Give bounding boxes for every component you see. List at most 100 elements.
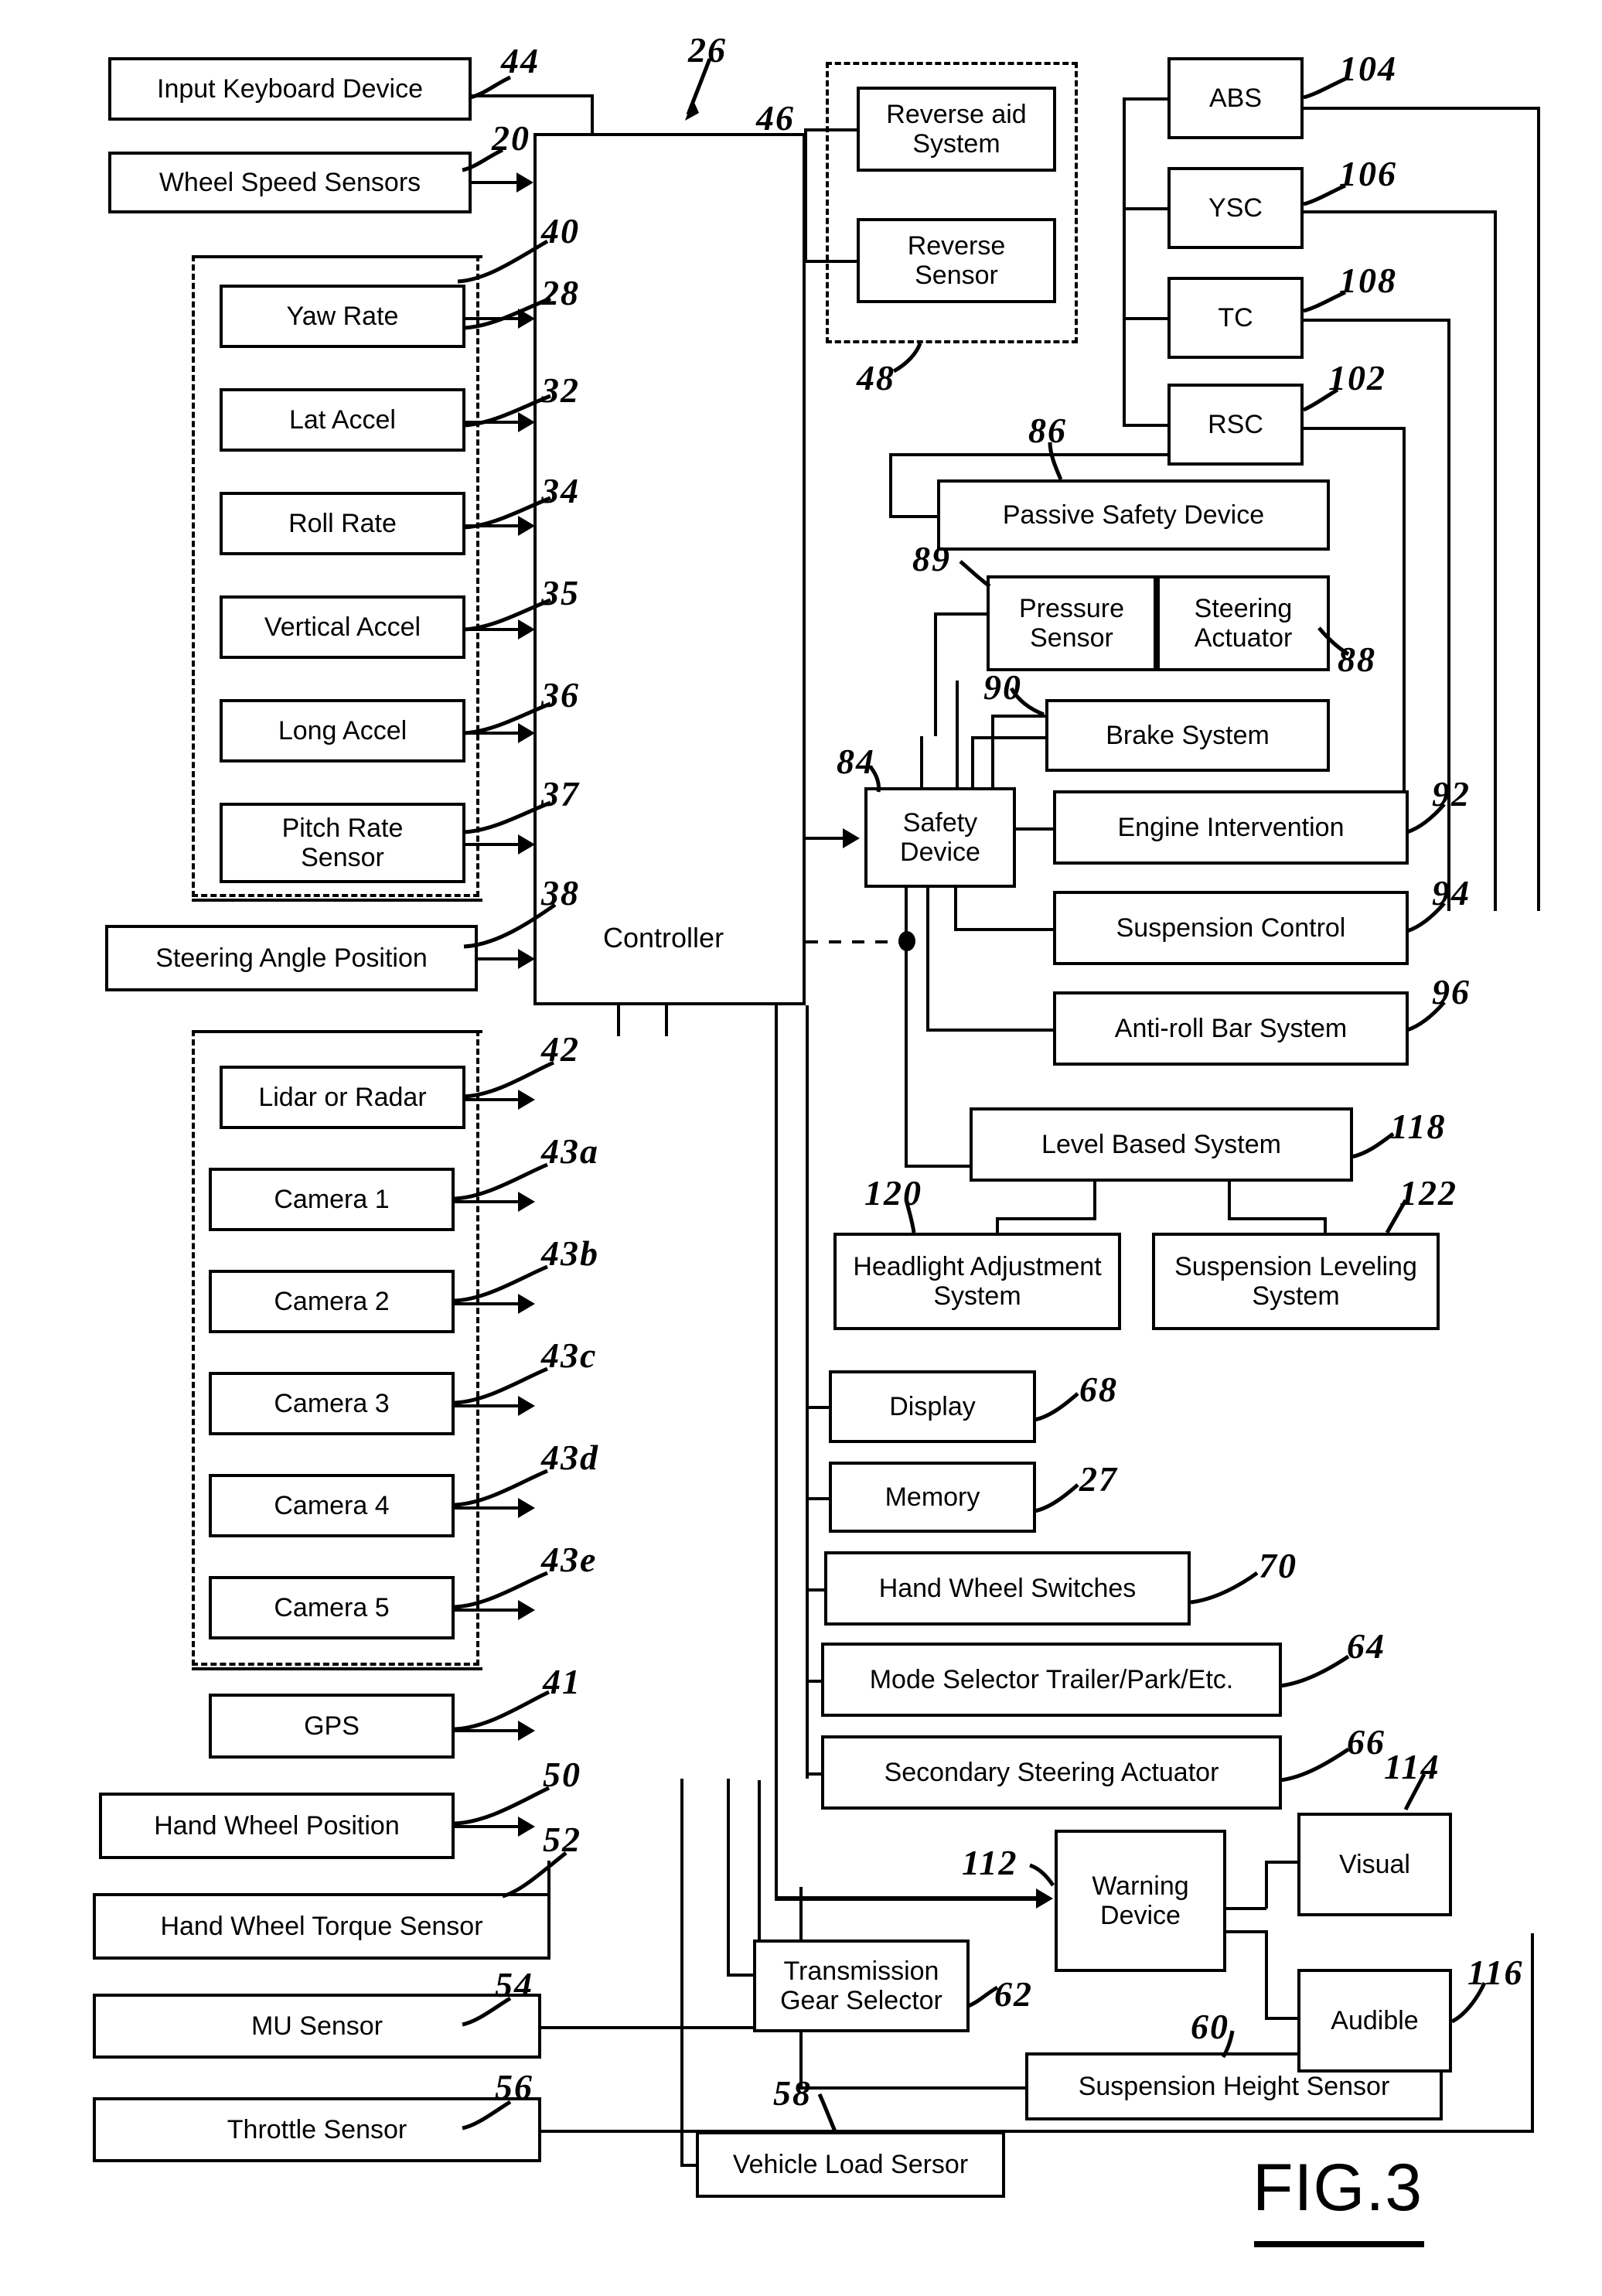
gps-block: GPS: [209, 1694, 455, 1759]
wire-ctrl-safety-dashed: [806, 940, 906, 943]
psd-in-h: [889, 515, 940, 518]
ref-114: 114: [1384, 1747, 1440, 1786]
leader-58: [817, 2093, 837, 2132]
passive-safety-device-block: Passive Safety Device: [937, 479, 1330, 551]
level-based-system-label: Level Based System: [1041, 1129, 1281, 1159]
wire-throttle-h: [538, 2130, 1534, 2133]
ref-88: 88: [1338, 640, 1376, 679]
transmission-gear-selector-block: Transmission Gear Selector: [753, 1939, 970, 2032]
leader-50: [454, 1786, 550, 1826]
memory-label: Memory: [885, 1482, 980, 1512]
ref-26: 26: [688, 30, 727, 70]
ysc-block: YSC: [1167, 167, 1304, 249]
leader-112: [1029, 1863, 1055, 1887]
wire-sd-suspctl: [954, 928, 1056, 931]
roll-rate-block: Roll Rate: [220, 492, 465, 555]
ref-94: 94: [1432, 873, 1471, 913]
camera-4-block: Camera 4: [209, 1474, 455, 1537]
ref-58: 58: [773, 2073, 812, 2113]
passive-safety-device-label: Passive Safety Device: [1002, 500, 1265, 530]
mu-sensor-label: MU Sensor: [251, 2011, 383, 2041]
throttle-sensor-label: Throttle Sensor: [227, 2114, 407, 2144]
ref-64: 64: [1347, 1626, 1386, 1666]
wire-suspheight-h: [799, 2086, 1028, 2090]
input-keyboard-device-label: Input Keyboard Device: [157, 73, 423, 104]
wire-sd-antiroll: [926, 1029, 1056, 1032]
hand-wheel-position-label: Hand Wheel Position: [154, 1810, 400, 1841]
camera-1-block: Camera 1: [209, 1168, 455, 1231]
ctrl-bottom-v3: [617, 1005, 620, 1036]
wire-audible-v: [1265, 1930, 1268, 2020]
wire-reverseaid-h: [804, 128, 858, 131]
ref-102: 102: [1328, 358, 1386, 397]
headlight-adjustment-system-label: Headlight Adjustment System: [853, 1251, 1102, 1311]
camera-3-block: Camera 3: [209, 1372, 455, 1435]
hand-wheel-switches-label: Hand Wheel Switches: [878, 1573, 1137, 1603]
tc-block: TC: [1167, 277, 1304, 359]
wire-audible-h2: [1265, 2017, 1300, 2020]
wire-sd-engine: [1016, 827, 1056, 831]
wire-display: [806, 1406, 832, 1409]
psd-in-v: [889, 453, 892, 518]
camera-4-label: Camera 4: [274, 1490, 390, 1520]
lidar-or-radar-block: Lidar or Radar: [220, 1066, 465, 1129]
ref-43d: 43d: [541, 1438, 599, 1477]
ref-62: 62: [994, 1974, 1033, 2014]
ref-66: 66: [1347, 1722, 1386, 1762]
visual-block: Visual: [1297, 1813, 1452, 1916]
wire-warning-in: [775, 1896, 1039, 1901]
ref-118: 118: [1390, 1107, 1447, 1146]
ctrl-bottom-v2: [665, 1005, 668, 1036]
steering-actuator-block: Steering Actuator: [1157, 575, 1330, 671]
secondary-steering-actuator-block: Secondary Steering Actuator: [821, 1735, 1282, 1810]
figure-caption-underline: [1254, 2241, 1424, 2247]
wire-sd-antiroll-v: [926, 888, 929, 1032]
ref-60: 60: [1191, 2007, 1229, 2046]
wheel-speed-sensors-block: Wheel Speed Sensors: [108, 152, 472, 213]
wire-pitch: [464, 843, 520, 846]
wire-gear-h: [727, 1974, 756, 1977]
vision-group-bottom-line: [192, 1667, 482, 1670]
ref-116: 116: [1467, 1953, 1524, 1992]
arrow-pitch: [518, 834, 535, 855]
leader-68: [1034, 1392, 1079, 1422]
ref-38: 38: [541, 873, 580, 913]
ctrl-bottom-v1: [775, 1005, 778, 1899]
rsc-out-h: [1304, 427, 1406, 430]
camera-1-label: Camera 1: [274, 1184, 390, 1214]
lbs-out-right-v1: [1228, 1182, 1231, 1220]
camera-2-block: Camera 2: [209, 1270, 455, 1333]
pressure-sensor-block: Pressure Sensor: [987, 575, 1157, 671]
ref-122: 122: [1399, 1173, 1457, 1213]
level-based-system-block: Level Based System: [970, 1107, 1353, 1182]
long-accel-block: Long Accel: [220, 699, 465, 762]
visual-label: Visual: [1339, 1849, 1410, 1879]
ref-70: 70: [1259, 1546, 1297, 1585]
ref-52: 52: [543, 1820, 581, 1859]
leader-43b: [454, 1264, 548, 1303]
ref-43a: 43a: [541, 1131, 599, 1171]
ref-106: 106: [1339, 154, 1397, 193]
ref-108: 108: [1339, 261, 1397, 300]
leader-43c: [454, 1366, 548, 1405]
hand-wheel-switches-block: Hand Wheel Switches: [824, 1551, 1191, 1626]
camera-5-label: Camera 5: [274, 1592, 390, 1622]
transmission-gear-selector-label: Transmission Gear Selector: [780, 1956, 942, 2015]
ref-84: 84: [837, 742, 875, 781]
suspension-leveling-system-label: Suspension Leveling System: [1174, 1251, 1417, 1311]
ysc-label: YSC: [1208, 193, 1263, 223]
ref-56: 56: [495, 2067, 533, 2107]
engine-intervention-label: Engine Intervention: [1117, 812, 1345, 842]
sd-up-3: [991, 715, 994, 789]
reverse-sensor-block: Reverse Sensor: [857, 218, 1056, 303]
hand-wheel-torque-sensor-label: Hand Wheel Torque Sensor: [160, 1911, 483, 1941]
safety-device-label: Safety Device: [900, 807, 980, 867]
ref-54: 54: [495, 1965, 533, 2004]
suspension-height-sensor-label: Suspension Height Sensor: [1078, 2071, 1390, 2101]
imu-sensor-group-box: [192, 255, 479, 897]
stability-bus-rsc: [1123, 424, 1171, 427]
lbs-out-left-h: [996, 1217, 1096, 1220]
pressure-in-v: [934, 612, 937, 736]
abs-out-v: [1537, 107, 1540, 911]
warning-device-label: Warning Device: [1092, 1871, 1189, 1930]
